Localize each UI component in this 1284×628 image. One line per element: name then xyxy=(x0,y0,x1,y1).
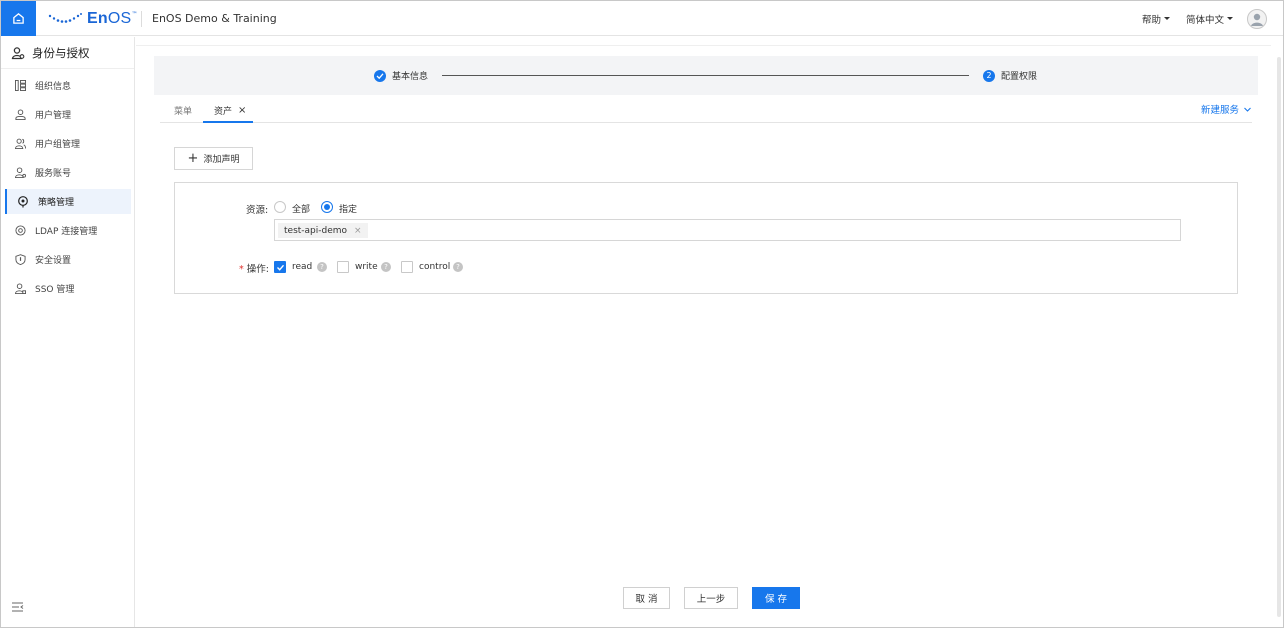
tab-label: 资产 xyxy=(214,107,233,117)
header-divider xyxy=(141,11,142,27)
tab-bar: 菜单 资产 × 新建服务 xyxy=(160,100,1252,123)
help-menu[interactable]: 帮助 xyxy=(1142,12,1170,26)
sidebar-item-label: 安全设置 xyxy=(35,256,72,266)
vertical-scrollbar[interactable] xyxy=(1275,37,1283,627)
checkbox-read-label: read xyxy=(292,262,313,272)
sidebar-item-label: 组织信息 xyxy=(35,82,72,92)
main-content: 基本信息 2 配置权限 菜单 资产 × 新建服务 + 添加声明 资源: 全部 指… xyxy=(136,37,1271,627)
add-statement-button[interactable]: + 添加声明 xyxy=(174,147,253,170)
save-button[interactable]: 保 存 xyxy=(752,587,800,609)
resource-tag-input[interactable]: test-api-demo × xyxy=(274,219,1181,241)
help-menu-label: 帮助 xyxy=(1141,14,1161,26)
sidebar: 身份与授权 组织信息 用户管理 用户组管理 服务账号 策略管理 LDAP 连接管… xyxy=(1,37,135,627)
step-indicator: 基本信息 2 配置权限 xyxy=(154,56,1258,95)
tab-menu[interactable]: 菜单 xyxy=(174,104,192,117)
required-mark: * xyxy=(239,264,244,275)
sidebar-item-org-info[interactable]: 组织信息 xyxy=(1,73,134,98)
sidebar-item-label: 用户管理 xyxy=(35,111,72,121)
sidebar-title: 身份与授权 xyxy=(32,45,90,60)
check-icon xyxy=(276,264,284,271)
org-icon xyxy=(15,80,26,91)
sidebar-item-service-accounts[interactable]: 服务账号 xyxy=(1,160,134,185)
sidebar-item-policies[interactable]: 策略管理 xyxy=(5,189,131,214)
previous-step-button[interactable]: 上一步 xyxy=(684,587,738,609)
chevron-down-icon xyxy=(1244,107,1251,112)
service-account-icon xyxy=(15,167,26,178)
enos-logo[interactable]: EnOS ™ xyxy=(47,9,137,29)
tag-remove-icon[interactable]: × xyxy=(354,226,362,236)
sidebar-header: 身份与授权 xyxy=(1,37,134,69)
step-connector xyxy=(442,75,969,76)
sidebar-item-label: SSO 管理 xyxy=(35,285,75,295)
header-right: 帮助 简体中文 xyxy=(1126,1,1267,36)
radio-specified[interactable] xyxy=(321,201,333,213)
checkbox-write-label: write xyxy=(355,262,378,272)
sidebar-item-user-groups[interactable]: 用户组管理 xyxy=(1,131,134,156)
user-icon xyxy=(15,109,26,120)
help-icon[interactable]: ? xyxy=(317,262,327,272)
radio-specified-label: 指定 xyxy=(339,205,358,215)
user-avatar[interactable] xyxy=(1247,8,1267,29)
sidebar-item-label: 策略管理 xyxy=(38,198,75,208)
operation-label: * 操作: xyxy=(239,264,269,275)
logo-text: EnOS xyxy=(87,10,132,27)
tab-assets[interactable]: 资产 × xyxy=(214,104,246,117)
active-tab-indicator xyxy=(203,121,253,123)
step-configure-permissions: 2 配置权限 xyxy=(983,69,1037,82)
identity-icon xyxy=(11,46,25,59)
shield-icon xyxy=(15,254,26,265)
step-done-icon xyxy=(374,69,386,82)
sidebar-item-label: 服务账号 xyxy=(35,169,72,179)
home-button[interactable] xyxy=(1,1,36,36)
checkbox-control[interactable] xyxy=(401,261,413,273)
sidebar-item-label: LDAP 连接管理 xyxy=(35,227,98,237)
step-number: 2 xyxy=(983,69,995,82)
radio-all-label: 全部 xyxy=(292,205,311,215)
content-top-divider xyxy=(136,45,1271,46)
resource-tag-label: test-api-demo xyxy=(284,225,348,236)
sidebar-collapse-button[interactable] xyxy=(12,602,24,615)
sidebar-item-security[interactable]: 安全设置 xyxy=(1,247,134,272)
sidebar-item-sso[interactable]: SSO 管理 xyxy=(1,276,134,301)
new-service-dropdown[interactable]: 新建服务 xyxy=(1201,102,1252,116)
logo-trademark: ™ xyxy=(131,10,138,18)
avatar-icon xyxy=(1251,13,1263,26)
cancel-button[interactable]: 取 消 xyxy=(623,587,670,609)
checkbox-control-label: control xyxy=(419,262,451,272)
organization-name[interactable]: EnOS Demo & Training xyxy=(152,12,277,25)
statement-card: 资源: 全部 指定 test-api-demo × * 操作: read ? wr… xyxy=(174,182,1238,294)
checkbox-write[interactable] xyxy=(337,261,349,273)
user-group-icon xyxy=(15,138,26,149)
radio-all[interactable] xyxy=(274,201,286,213)
step-label: 基本信息 xyxy=(392,72,429,82)
language-menu-label: 简体中文 xyxy=(1185,14,1224,26)
resource-tag: test-api-demo × xyxy=(278,223,368,238)
language-menu[interactable]: 简体中文 xyxy=(1186,12,1233,26)
sso-icon xyxy=(15,283,26,294)
plus-icon: + xyxy=(187,151,199,166)
resource-label: 资源: xyxy=(246,205,269,216)
checkbox-read[interactable] xyxy=(274,261,286,273)
help-icon[interactable]: ? xyxy=(453,262,463,272)
logo-mark-icon xyxy=(48,13,82,23)
close-icon[interactable]: × xyxy=(238,105,246,116)
policy-icon xyxy=(18,195,28,207)
home-icon xyxy=(13,13,24,24)
caret-down-icon xyxy=(1227,17,1233,20)
add-statement-label: 添加声明 xyxy=(203,155,240,165)
step-basic-info: 基本信息 xyxy=(374,69,428,82)
sidebar-item-label: 用户组管理 xyxy=(35,140,81,150)
help-icon[interactable]: ? xyxy=(381,262,391,272)
sidebar-item-ldap[interactable]: LDAP 连接管理 xyxy=(1,218,134,243)
sidebar-item-users[interactable]: 用户管理 xyxy=(1,102,134,127)
top-bar: EnOS ™ EnOS Demo & Training 帮助 简体中文 xyxy=(1,1,1283,36)
ldap-icon xyxy=(15,225,26,236)
scrollbar-thumb[interactable] xyxy=(1277,57,1281,617)
resource-radio-group: 全部 指定 xyxy=(274,201,474,215)
new-service-label: 新建服务 xyxy=(1200,105,1239,116)
collapse-menu-icon xyxy=(12,602,24,612)
step-label: 配置权限 xyxy=(1001,72,1038,82)
caret-down-icon xyxy=(1163,17,1170,20)
